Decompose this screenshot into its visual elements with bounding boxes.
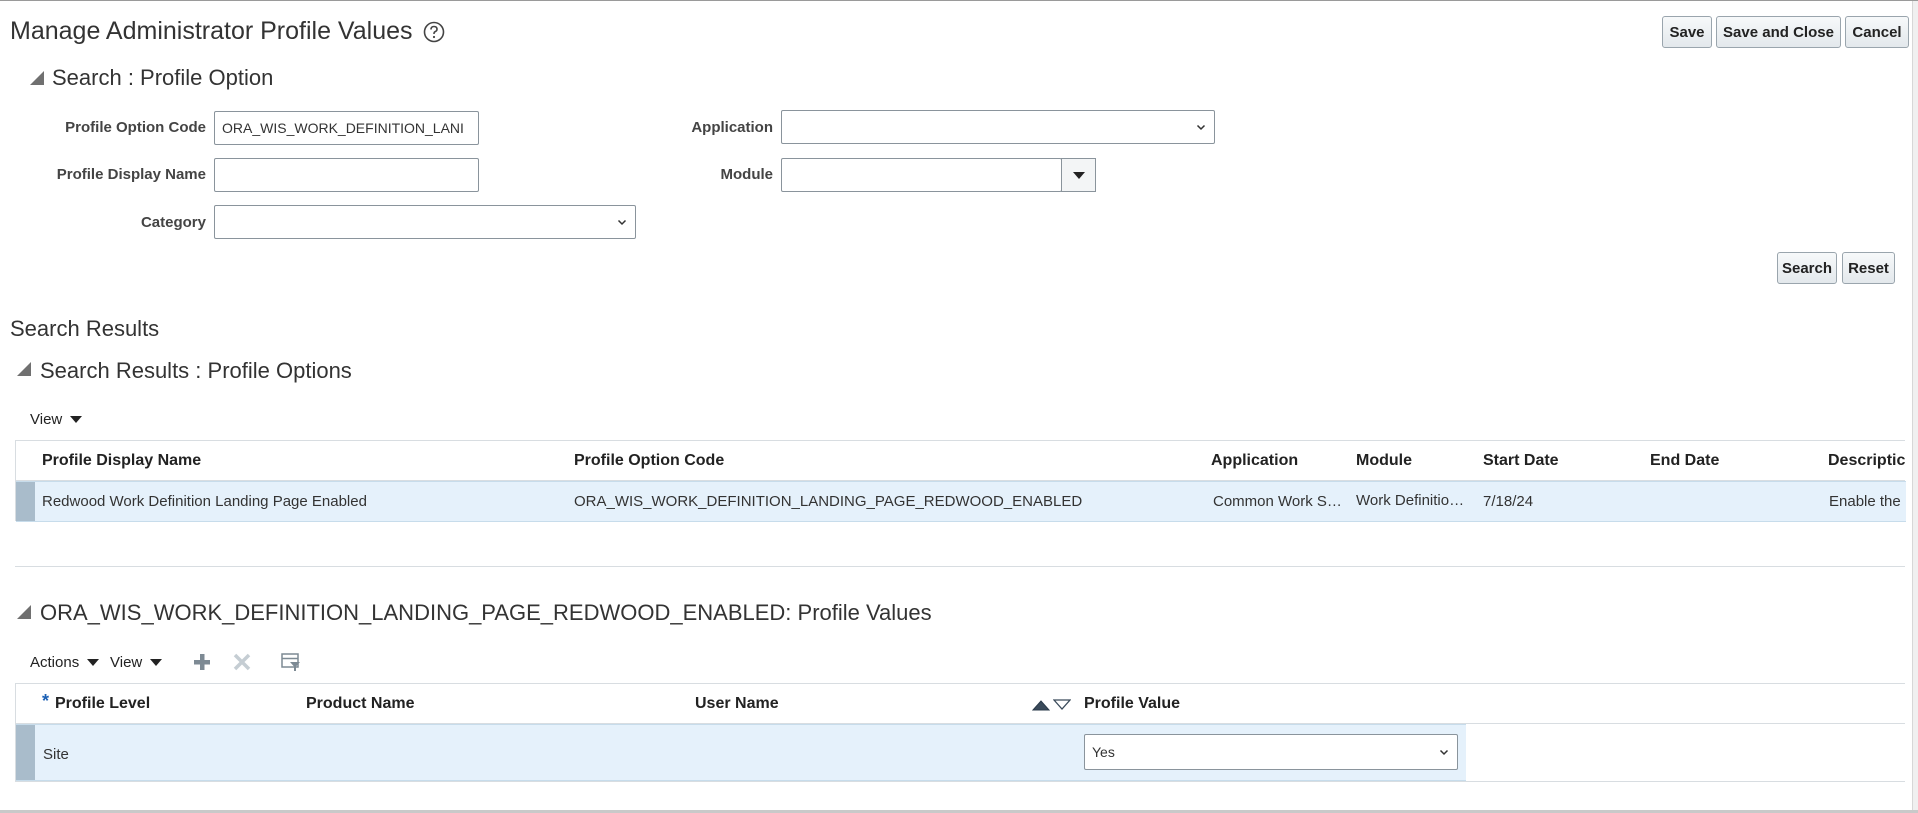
caret-down-icon <box>1072 171 1085 179</box>
values-table-top-border <box>15 683 1905 684</box>
cell-application: Common Work S… <box>1213 493 1342 510</box>
profile-option-code-input[interactable]: ORA_WIS_WORK_DEFINITION_LANI <box>214 111 479 145</box>
col-description[interactable]: Descriptic <box>1828 452 1906 470</box>
profile-option-code-value: ORA_WIS_WORK_DEFINITION_LANI <box>222 120 464 136</box>
col-module[interactable]: Module <box>1356 452 1412 470</box>
values-view-menu[interactable]: View <box>110 654 163 671</box>
profile-display-name-label: Profile Display Name <box>56 166 206 183</box>
sort-ascending-icon[interactable] <box>1032 699 1050 711</box>
chevron-down-icon <box>1439 749 1449 756</box>
results-section-divider <box>15 566 1905 567</box>
col-user-name[interactable]: User Name <box>695 695 779 713</box>
search-section-title: Search : Profile Option <box>52 65 274 90</box>
module-input[interactable] <box>781 158 1062 192</box>
module-label: Module <box>720 166 774 183</box>
actions-menu[interactable]: Actions <box>30 654 100 671</box>
col-profile-option-code[interactable]: Profile Option Code <box>574 452 724 470</box>
search-results-heading: Search Results <box>10 316 160 341</box>
row-selection-marker <box>16 482 35 521</box>
window-top-border <box>0 0 1918 1</box>
page-title: Manage Administrator Profile Values <box>10 17 413 45</box>
actions-menu-label: Actions <box>30 654 80 671</box>
reset-button[interactable]: Reset <box>1842 252 1895 284</box>
save-button[interactable]: Save <box>1662 16 1712 48</box>
category-label: Category <box>140 214 206 231</box>
save-and-close-button[interactable]: Save and Close <box>1716 16 1841 48</box>
application-label: Application <box>691 119 773 136</box>
profile-option-code-label: Profile Option Code <box>65 119 206 136</box>
collapse-triangle-icon[interactable] <box>17 605 31 619</box>
col-end-date[interactable]: End Date <box>1650 452 1719 470</box>
values-view-label: View <box>110 654 143 671</box>
col-product-name[interactable]: Product Name <box>306 695 414 713</box>
values-table-bottom-border <box>15 781 1905 782</box>
col-profile-level[interactable]: Profile Level <box>55 695 150 713</box>
col-start-date[interactable]: Start Date <box>1483 452 1559 470</box>
cell-start-date: 7/18/24 <box>1483 493 1534 510</box>
caret-down-icon <box>87 659 100 666</box>
collapse-triangle-icon[interactable] <box>17 362 31 376</box>
profile-value-select[interactable]: Yes <box>1084 734 1458 770</box>
col-profile-display-name[interactable]: Profile Display Name <box>42 452 201 470</box>
application-select[interactable] <box>781 110 1215 144</box>
table-row[interactable]: Redwood Work Definition Landing Page Ena… <box>16 481 1906 522</box>
values-section-title: ORA_WIS_WORK_DEFINITION_LANDING_PAGE_RED… <box>40 600 932 625</box>
chevron-down-icon <box>1196 124 1206 131</box>
required-indicator: * <box>42 691 50 711</box>
cell-module: Work Definitio… <box>1356 492 1465 509</box>
category-select[interactable] <box>214 205 636 239</box>
cell-description: Enable the I <box>1829 493 1905 510</box>
caret-down-icon <box>70 416 83 423</box>
cancel-button[interactable]: Cancel <box>1845 16 1909 48</box>
search-button[interactable]: Search <box>1777 252 1837 284</box>
row-selection-marker <box>16 725 35 780</box>
results-table-top-border <box>15 440 1905 441</box>
results-view-menu[interactable]: View <box>30 411 83 428</box>
collapse-triangle-icon[interactable] <box>30 71 44 85</box>
cell-profile-option-code: ORA_WIS_WORK_DEFINITION_LANDING_PAGE_RED… <box>574 493 1083 510</box>
delete-icon[interactable] <box>232 652 252 672</box>
add-icon[interactable] <box>192 652 212 672</box>
results-view-label: View <box>30 411 63 428</box>
module-dropdown-button[interactable] <box>1061 158 1096 192</box>
query-by-example-icon[interactable] <box>280 651 302 673</box>
col-application[interactable]: Application <box>1211 452 1298 470</box>
sort-descending-icon[interactable] <box>1053 699 1071 711</box>
col-profile-value[interactable]: Profile Value <box>1084 695 1180 713</box>
cell-profile-level: Site <box>43 746 69 763</box>
cell-profile-display-name: Redwood Work Definition Landing Page Ena… <box>42 493 367 510</box>
caret-down-icon <box>150 659 163 666</box>
vertical-scrollbar[interactable] <box>1912 1 1918 813</box>
chevron-down-icon <box>617 219 627 226</box>
profile-display-name-input[interactable] <box>214 158 479 192</box>
help-icon[interactable] <box>423 21 445 43</box>
profile-value-selected: Yes <box>1092 744 1115 760</box>
results-section-title: Search Results : Profile Options <box>40 358 352 383</box>
